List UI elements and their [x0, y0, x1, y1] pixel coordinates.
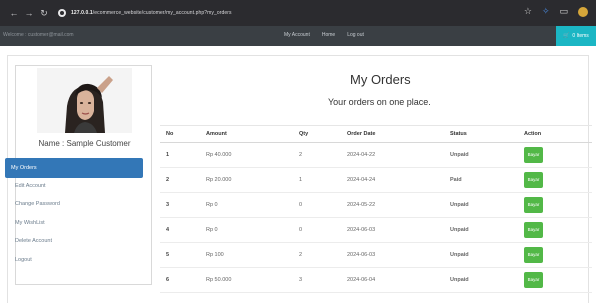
site-info-icon[interactable] [58, 9, 66, 17]
customer-name: Name : Sample Customer [38, 139, 131, 148]
cart-label: 0 Items [572, 33, 589, 39]
pay-button[interactable]: Bayar [524, 247, 543, 263]
cell-no: 2 [160, 167, 200, 193]
table-row: 4 Rp 0 0 2024-06-03 Unpaid Bayar [160, 217, 592, 243]
cell-order-date: 2024-05-22 [341, 192, 444, 218]
table-row: 2 Rp 20.000 1 2024-04-24 Paid Bayar [160, 167, 592, 193]
status-badge: Unpaid [444, 142, 518, 168]
browser-toolbar: ← → ↻ 127.0.0.1/ecommerce_website/custom… [0, 0, 596, 26]
header-action: Action [518, 125, 592, 143]
pay-button[interactable]: Bayar [524, 172, 543, 188]
table-row: 5 Rp 100 2 2024-06-03 Unpaid Bayar [160, 242, 592, 268]
header-qty: Qty [293, 125, 341, 143]
cell-qty: 1 [293, 167, 341, 193]
sidebar-item-wishlist[interactable]: My WishList [15, 220, 45, 226]
address-bar[interactable]: 127.0.0.1/ecommerce_website/customer/my_… [71, 10, 232, 16]
sidebar-item-logout[interactable]: Logout [15, 257, 32, 263]
cell-no: 4 [160, 217, 200, 243]
page-title: My Orders [350, 72, 411, 87]
extension-icon[interactable]: ✧ [542, 6, 550, 17]
cart-button[interactable]: 🛒 0 Items [556, 26, 596, 46]
sidebar-item-my-orders[interactable]: My Orders [5, 158, 143, 178]
pay-button[interactable]: Bayar [524, 222, 543, 238]
status-badge: Unpaid [444, 242, 518, 268]
sidebar-item-delete-account[interactable]: Delete Account [15, 238, 52, 244]
cell-no: 1 [160, 142, 200, 168]
sidebar-item-edit-account[interactable]: Edit Account [15, 183, 46, 189]
cell-amount: Rp 0 [200, 192, 293, 218]
cell-action: Bayar [518, 167, 592, 193]
pay-button[interactable]: Bayar [524, 272, 543, 288]
cell-amount: Rp 100 [200, 242, 293, 268]
header-order-date: Order Date [341, 125, 444, 143]
table-row: 3 Rp 0 0 2024-05-22 Unpaid Bayar [160, 192, 592, 218]
cell-action: Bayar [518, 217, 592, 243]
nav-link-my-account[interactable]: My Account [284, 32, 310, 38]
cell-no: 3 [160, 192, 200, 218]
status-badge: Paid [444, 167, 518, 193]
cell-order-date: 2024-04-22 [341, 142, 444, 168]
orders-table: No Amount Qty Order Date Status Action 1… [160, 125, 592, 293]
reload-icon[interactable]: ↻ [38, 8, 50, 19]
page-subtitle: Your orders on one place. [328, 97, 431, 107]
welcome-text: Welcome : customer@mail.com [3, 32, 74, 38]
site-navbar: Welcome : customer@mail.com My Account H… [0, 26, 596, 46]
status-badge: Unpaid [444, 267, 518, 293]
profile-icon[interactable] [578, 6, 588, 17]
pay-button[interactable]: Bayar [524, 147, 543, 163]
cell-no: 5 [160, 242, 200, 268]
cell-amount: Rp 0 [200, 217, 293, 243]
header-no: No [160, 125, 200, 143]
cell-action: Bayar [518, 242, 592, 268]
cell-amount: Rp 20.000 [200, 167, 293, 193]
cell-qty: 0 [293, 217, 341, 243]
cell-order-date: 2024-06-04 [341, 267, 444, 293]
cell-order-date: 2024-04-24 [341, 167, 444, 193]
forward-icon[interactable]: → [23, 8, 35, 18]
cell-qty: 2 [293, 142, 341, 168]
profile-photo [37, 68, 132, 133]
cell-no: 6 [160, 267, 200, 293]
cell-action: Bayar [518, 267, 592, 293]
cell-action: Bayar [518, 142, 592, 168]
cell-qty: 2 [293, 242, 341, 268]
bookmark-star-icon[interactable]: ☆ [524, 6, 532, 17]
navbar-links: My Account Home Log out [284, 32, 364, 38]
cell-amount: Rp 40.000 [200, 142, 293, 168]
nav-link-home[interactable]: Home [322, 32, 335, 38]
status-badge: Unpaid [444, 217, 518, 243]
table-row: 6 Rp 50.000 3 2024-06-04 Unpaid Bayar [160, 267, 592, 293]
url-host: 127.0.0.1 [71, 10, 93, 16]
cell-action: Bayar [518, 192, 592, 218]
cell-order-date: 2024-06-03 [341, 242, 444, 268]
cell-order-date: 2024-06-03 [341, 217, 444, 243]
cell-qty: 0 [293, 192, 341, 218]
cell-amount: Rp 50.000 [200, 267, 293, 293]
nav-link-logout[interactable]: Log out [347, 32, 364, 38]
url-path: /ecommerce_website/customer/my_account.p… [92, 10, 232, 16]
header-amount: Amount [200, 125, 293, 143]
pay-button[interactable]: Bayar [524, 197, 543, 213]
status-badge: Unpaid [444, 192, 518, 218]
table-header-row: No Amount Qty Order Date Status Action [160, 125, 592, 143]
puzzle-icon[interactable]: ▭ [559, 6, 568, 17]
cell-qty: 3 [293, 267, 341, 293]
extensions-area: ☆ ✧ ▭ [524, 6, 588, 17]
cart-icon: 🛒 [563, 33, 570, 39]
back-icon[interactable]: ← [8, 8, 20, 18]
table-row: 1 Rp 40.000 2 2024-04-22 Unpaid Bayar [160, 142, 592, 168]
sidebar-item-change-password[interactable]: Change Password [15, 201, 60, 207]
header-status: Status [444, 125, 518, 143]
